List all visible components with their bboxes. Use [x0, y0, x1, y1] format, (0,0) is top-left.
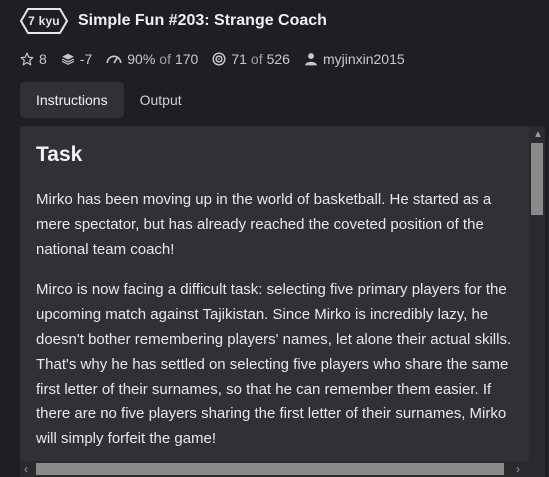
description-paragraph: Mirco is now facing a difficult task: se… — [36, 281, 512, 448]
horizontal-scrollbar[interactable]: ‹ › — [20, 461, 545, 477]
description-heading: Task — [36, 143, 83, 166]
author-name[interactable]: myjinxin2015 — [323, 51, 405, 67]
satisfaction-total: 170 — [174, 51, 199, 67]
satisfaction-percent: 90% — [127, 51, 156, 67]
vertical-scroll-thumb[interactable] — [531, 143, 543, 215]
stars-stat[interactable]: 8 — [20, 51, 47, 67]
kata-header: 7 kyu Simple Fun #203: Strange Coach — [20, 8, 327, 34]
satisfaction-stat: 90% of 170 — [106, 51, 198, 67]
votes-stat: -7 — [61, 51, 92, 67]
scroll-up-icon[interactable]: ▲ — [533, 130, 543, 140]
instructions-panel: Task Mirko has been moving up in the wor… — [20, 126, 545, 477]
horizontal-scroll-thumb[interactable] — [36, 463, 504, 475]
completions-of: of — [250, 51, 263, 67]
vertical-scrollbar[interactable]: ▲ — [529, 126, 545, 461]
user-icon — [305, 53, 317, 66]
scroll-left-icon[interactable]: ‹ — [24, 462, 28, 476]
stars-count: 8 — [39, 51, 47, 67]
target-icon — [212, 52, 226, 66]
completions-total: 526 — [266, 51, 290, 67]
star-icon — [20, 52, 34, 66]
stack-icon — [61, 53, 74, 65]
kata-description: Task Mirko has been moving up in the wor… — [36, 140, 521, 468]
rank-label: 7 kyu — [28, 14, 60, 28]
kata-title: Simple Fun #203: Strange Coach — [78, 12, 327, 29]
kata-stats: 8 -7 90% of 170 71 of 526 myjinxin2015 — [20, 50, 419, 68]
description-tabs: Instructions Output — [20, 82, 198, 118]
scroll-right-icon[interactable]: › — [516, 462, 520, 476]
description-paragraph: Mirko has been moving up in the world of… — [36, 191, 492, 258]
author-stat[interactable]: myjinxin2015 — [304, 51, 405, 67]
satisfaction-of: of — [159, 51, 171, 67]
votes-count: -7 — [79, 51, 93, 67]
gauge-icon — [106, 55, 122, 64]
rank-badge: 7 kyu — [20, 8, 68, 34]
completions-count: 71 — [231, 51, 247, 67]
tab-instructions[interactable]: Instructions — [20, 82, 124, 118]
completions-stat: 71 of 526 — [212, 51, 290, 67]
tab-output[interactable]: Output — [124, 82, 198, 118]
